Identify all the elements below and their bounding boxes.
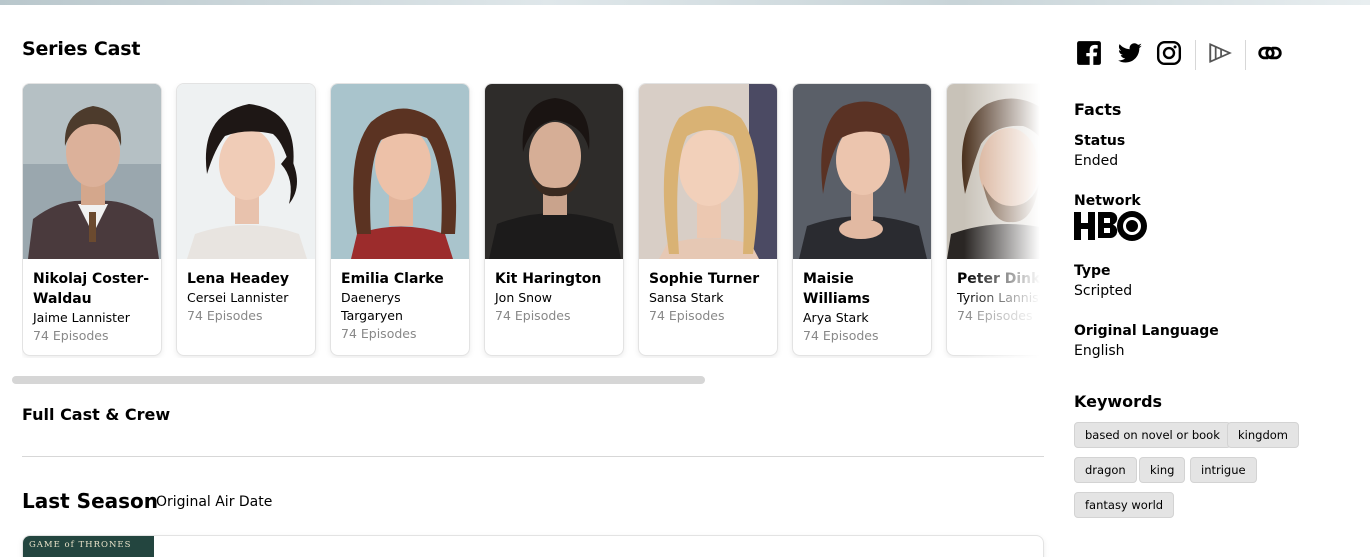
- character-name: Tyrion Lannister: [957, 290, 1044, 305]
- actor-name[interactable]: Maisie Williams: [803, 269, 921, 309]
- cast-card[interactable]: Maisie Williams Arya Stark 74 Episodes: [792, 83, 932, 356]
- status-label: Status: [1074, 133, 1126, 149]
- justwatch-icon[interactable]: [1207, 40, 1235, 68]
- scrollbar-thumb[interactable]: [12, 376, 705, 384]
- original-language-label: Original Language: [1074, 323, 1219, 339]
- social-links: [1074, 40, 1294, 70]
- character-name: Jon Snow: [495, 290, 552, 305]
- last-season-card[interactable]: GAME of THRONES: [22, 535, 1044, 557]
- character-name: Cersei Lannister: [187, 290, 289, 305]
- actor-name[interactable]: Sophie Turner: [649, 269, 767, 289]
- character-name: Arya Stark: [803, 310, 869, 325]
- twitter-icon[interactable]: [1116, 40, 1144, 68]
- social-separator: [1195, 40, 1196, 70]
- character-name: Jaime Lannister: [33, 310, 130, 325]
- episode-count: 74 Episodes: [803, 328, 879, 343]
- actor-name[interactable]: Lena Headey: [187, 269, 305, 289]
- main-column: Series Cast Nikolaj Coster-Waldau Jaime …: [12, 0, 1044, 557]
- original-air-date-label: Original Air Date: [156, 494, 273, 510]
- last-season-heading: Last Season: [22, 489, 159, 513]
- episode-count: 74 Episodes: [33, 328, 109, 343]
- actor-photo[interactable]: [331, 84, 469, 259]
- cast-scroller[interactable]: Nikolaj Coster-Waldau Jaime Lannister 74…: [22, 83, 1044, 358]
- actor-photo[interactable]: [177, 84, 315, 259]
- keyword-tag[interactable]: king: [1139, 457, 1186, 483]
- type-label: Type: [1074, 263, 1111, 279]
- cast-card[interactable]: Nikolaj Coster-Waldau Jaime Lannister 74…: [22, 83, 162, 356]
- actor-name[interactable]: Nikolaj Coster-Waldau: [33, 269, 151, 309]
- facts-heading: Facts: [1074, 100, 1122, 119]
- character-name: Daenerys Targaryen: [341, 290, 403, 323]
- actor-name[interactable]: Peter Dinklage: [957, 269, 1044, 289]
- type-value: Scripted: [1074, 283, 1133, 299]
- character-name: Sansa Stark: [649, 290, 724, 305]
- facebook-icon[interactable]: [1076, 40, 1104, 68]
- keywords-heading: Keywords: [1074, 392, 1163, 411]
- instagram-icon[interactable]: [1156, 40, 1184, 68]
- full-cast-crew-link[interactable]: Full Cast & Crew: [22, 405, 170, 424]
- actor-photo[interactable]: [639, 84, 777, 259]
- actor-photo[interactable]: [485, 84, 623, 259]
- facts-sidebar: Facts Status Ended Network Type Scripted…: [1074, 0, 1370, 557]
- actor-name[interactable]: Kit Harington: [495, 269, 613, 289]
- poster-logo-text: GAME of THRONES: [29, 540, 132, 550]
- season-poster[interactable]: GAME of THRONES: [23, 536, 154, 557]
- episode-count: 74 Episodes: [495, 308, 571, 323]
- cast-card[interactable]: Lena Headey Cersei Lannister 74 Episodes: [176, 83, 316, 356]
- cast-card[interactable]: Kit Harington Jon Snow 74 Episodes: [484, 83, 624, 356]
- keyword-tag[interactable]: kingdom: [1227, 422, 1299, 448]
- network-logo-hbo[interactable]: [1074, 210, 1148, 242]
- actor-photo[interactable]: [23, 84, 161, 259]
- episode-count: 74 Episodes: [341, 326, 417, 341]
- section-divider: [22, 456, 1044, 457]
- keyword-tag[interactable]: dragon: [1074, 457, 1137, 483]
- keyword-tag[interactable]: fantasy world: [1074, 492, 1175, 518]
- episode-count: 74 Episodes: [187, 308, 263, 323]
- episode-count: 74 Episodes: [649, 308, 725, 323]
- actor-photo[interactable]: [793, 84, 931, 259]
- episode-count: 74 Episodes: [957, 308, 1033, 323]
- cast-scrollbar[interactable]: [12, 376, 1044, 384]
- original-language-value: English: [1074, 343, 1125, 359]
- cast-card[interactable]: Sophie Turner Sansa Stark 74 Episodes: [638, 83, 778, 356]
- cast-card[interactable]: Emilia Clarke Daenerys Targaryen 74 Epis…: [330, 83, 470, 356]
- actor-photo[interactable]: [947, 84, 1044, 259]
- actor-name[interactable]: Emilia Clarke: [341, 269, 459, 289]
- series-cast-heading: Series Cast: [22, 38, 141, 60]
- keyword-tag[interactable]: based on novel or book: [1074, 422, 1231, 448]
- status-value: Ended: [1074, 153, 1119, 169]
- homepage-link-icon[interactable]: [1257, 40, 1285, 68]
- social-separator: [1245, 40, 1246, 70]
- keyword-tag[interactable]: intrigue: [1190, 457, 1257, 483]
- cast-card[interactable]: Peter Dinklage Tyrion Lannister 74 Episo…: [946, 83, 1044, 356]
- network-label: Network: [1074, 193, 1141, 209]
